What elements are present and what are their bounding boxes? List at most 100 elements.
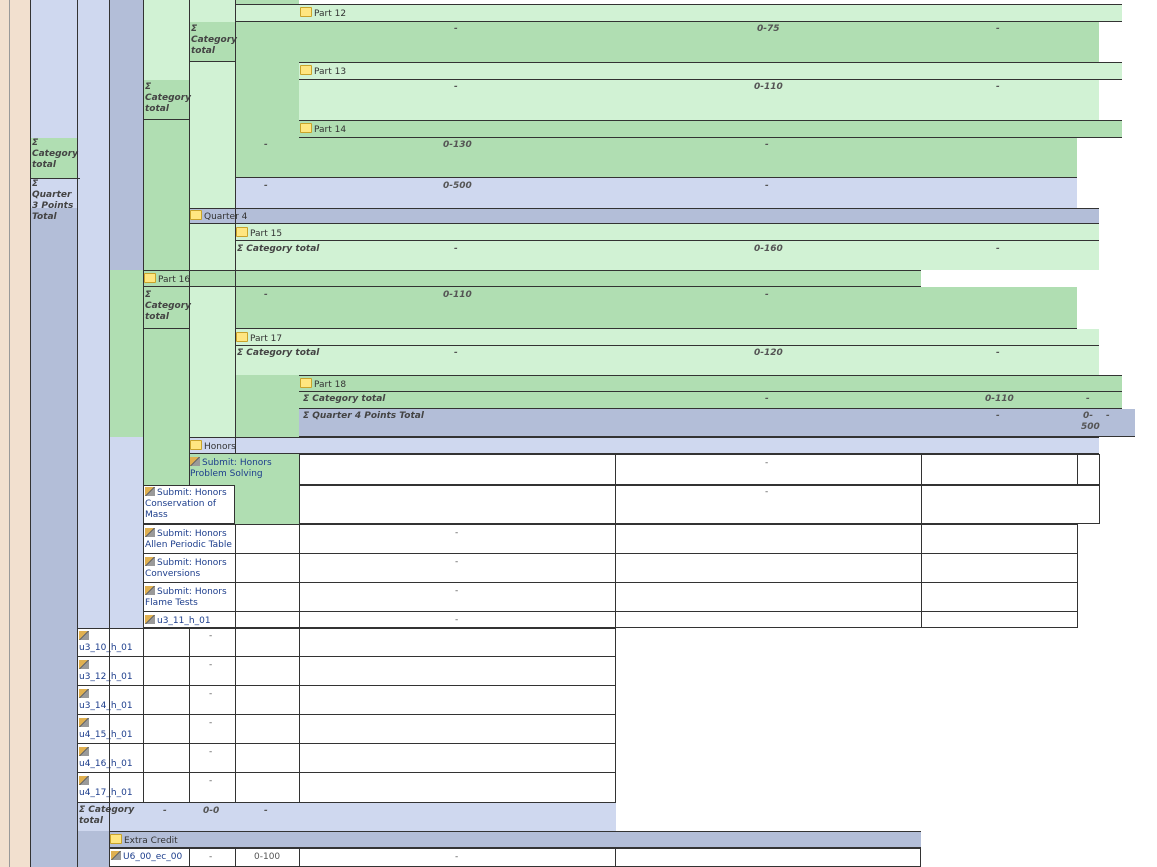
grade-cell[interactable]: [921, 485, 1100, 524]
value-dash: -: [209, 631, 213, 641]
value-range: 0-160: [754, 244, 783, 254]
grade-cell[interactable]: [299, 485, 616, 524]
table-row: [77, 628, 616, 657]
table-col-divider: [615, 524, 616, 628]
value-dash: -: [264, 140, 268, 150]
part13-text: Part 13: [314, 67, 347, 77]
category-total-label: Σ Category total: [303, 394, 386, 404]
grade-item-icon: [111, 851, 121, 860]
part17-label: Part 17: [236, 332, 282, 345]
grade-cell[interactable]: [921, 454, 1078, 485]
column-rule: [189, 0, 190, 485]
part15-label: Part 15: [236, 227, 282, 240]
row-part14-total: [235, 138, 1077, 178]
item-text: Submit: Honors Conservation of Mass: [145, 488, 227, 520]
item-text: u4_16_h_01: [79, 759, 133, 769]
grade-item-link[interactable]: u3_10_h_01: [79, 631, 141, 654]
col-b: [77, 0, 109, 628]
folder-icon: [300, 65, 312, 75]
col-e-part16: [189, 287, 235, 437]
honors-text: Honors: [204, 442, 236, 452]
col-a-upper: [30, 0, 77, 138]
value-dash: -: [455, 586, 459, 596]
grade-cell[interactable]: [615, 485, 922, 524]
value-range: 0-120: [754, 348, 783, 358]
value-dash: -: [455, 528, 459, 538]
col-c-lower: [109, 437, 143, 485]
col-e-q4: [189, 224, 235, 270]
item-text: u3_10_h_01: [79, 643, 133, 653]
row-part16-header: [143, 270, 921, 287]
grade-cell[interactable]: [299, 454, 616, 485]
item-text: u3_12_h_01: [79, 672, 133, 682]
column-rule: [30, 0, 31, 867]
grade-item-link[interactable]: Submit: Honors Allen Periodic Table: [145, 528, 237, 551]
quarter4-label: Quarter 4: [190, 210, 247, 223]
grade-item-link[interactable]: u3_12_h_01: [79, 660, 141, 683]
table-col-divider: [615, 848, 616, 867]
table-row: [77, 686, 616, 715]
grade-item-link[interactable]: Submit: Honors Problem Solving: [190, 457, 285, 480]
grade-item-link[interactable]: u3_11_h_01: [145, 615, 211, 627]
table-row: [143, 524, 1078, 554]
value-dash: -: [765, 181, 769, 191]
value-dash: -: [454, 348, 458, 358]
value-dash: -: [264, 181, 268, 191]
value-dash: -: [264, 806, 268, 816]
table-row: [77, 744, 616, 773]
value-dash: -: [765, 487, 769, 497]
value-dash: -: [209, 747, 213, 757]
folder-icon: [144, 273, 156, 283]
column-rule: [77, 0, 78, 867]
item-text: Submit: Honors Allen Periodic Table: [145, 529, 232, 550]
value-range: 0-: [1083, 411, 1093, 421]
row-part13-header: [299, 62, 1122, 80]
grade-cell[interactable]: [1077, 454, 1100, 485]
grade-item-link[interactable]: U6_00_ec_00: [111, 851, 182, 863]
part16-text: Part 16: [158, 275, 191, 285]
folder-icon: [190, 440, 202, 450]
grade-item-link[interactable]: Submit: Honors Flame Tests: [145, 586, 237, 609]
table-row: [77, 715, 616, 744]
grade-cell[interactable]: [615, 454, 922, 485]
q3-points-total-label: Σ Quarter 3 Points Total: [30, 178, 80, 222]
cell-lavender-cons: [109, 485, 143, 628]
grade-item-icon: [145, 615, 155, 624]
grade-item-link[interactable]: u4_15_h_01: [79, 718, 141, 741]
grade-item-link[interactable]: u4_17_h_01: [79, 776, 141, 799]
category-total-label: Σ Category total: [237, 348, 320, 358]
folder-icon: [236, 227, 248, 237]
table-row: [77, 657, 616, 686]
value-dash: -: [996, 411, 1000, 421]
folder-icon: [300, 378, 312, 388]
row-quarter4-header: [189, 208, 1099, 224]
row-part13-total: [299, 80, 1099, 120]
value-dash: -: [455, 852, 459, 862]
extra-credit-label: Extra Credit: [110, 834, 178, 847]
col-e-top: [189, 0, 235, 22]
column-rule: [235, 0, 236, 454]
grade-item-link[interactable]: Submit: Honors Conservation of Mass: [145, 487, 233, 521]
folder-icon: [236, 332, 248, 342]
item-text: Submit: Honors Conversions: [145, 558, 227, 579]
grade-item-icon: [190, 457, 200, 466]
value-dash: -: [209, 718, 213, 728]
value-dash: -: [454, 244, 458, 254]
column-rule: [143, 0, 144, 485]
quarter4-text: Quarter 4: [204, 212, 248, 222]
col-d-q4: [143, 208, 189, 270]
grade-item-link[interactable]: u3_14_h_01: [79, 689, 141, 712]
col-a-lower: [30, 208, 77, 867]
folder-icon: [300, 123, 312, 133]
row-honors-header: [189, 437, 1099, 454]
part13-label: Part 13: [300, 65, 346, 78]
part18-label: Part 18: [300, 378, 346, 391]
value-dash: -: [264, 290, 268, 300]
row-category-total: [77, 803, 616, 831]
grade-item-link[interactable]: u4_16_h_01: [79, 747, 141, 770]
part12-text: Part 12: [314, 9, 347, 19]
value-range: 0-100: [254, 852, 281, 862]
category-total-label: Σ Category total: [30, 138, 78, 178]
value-dash: -: [996, 24, 1000, 34]
grade-item-link[interactable]: Submit: Honors Conversions: [145, 557, 237, 580]
